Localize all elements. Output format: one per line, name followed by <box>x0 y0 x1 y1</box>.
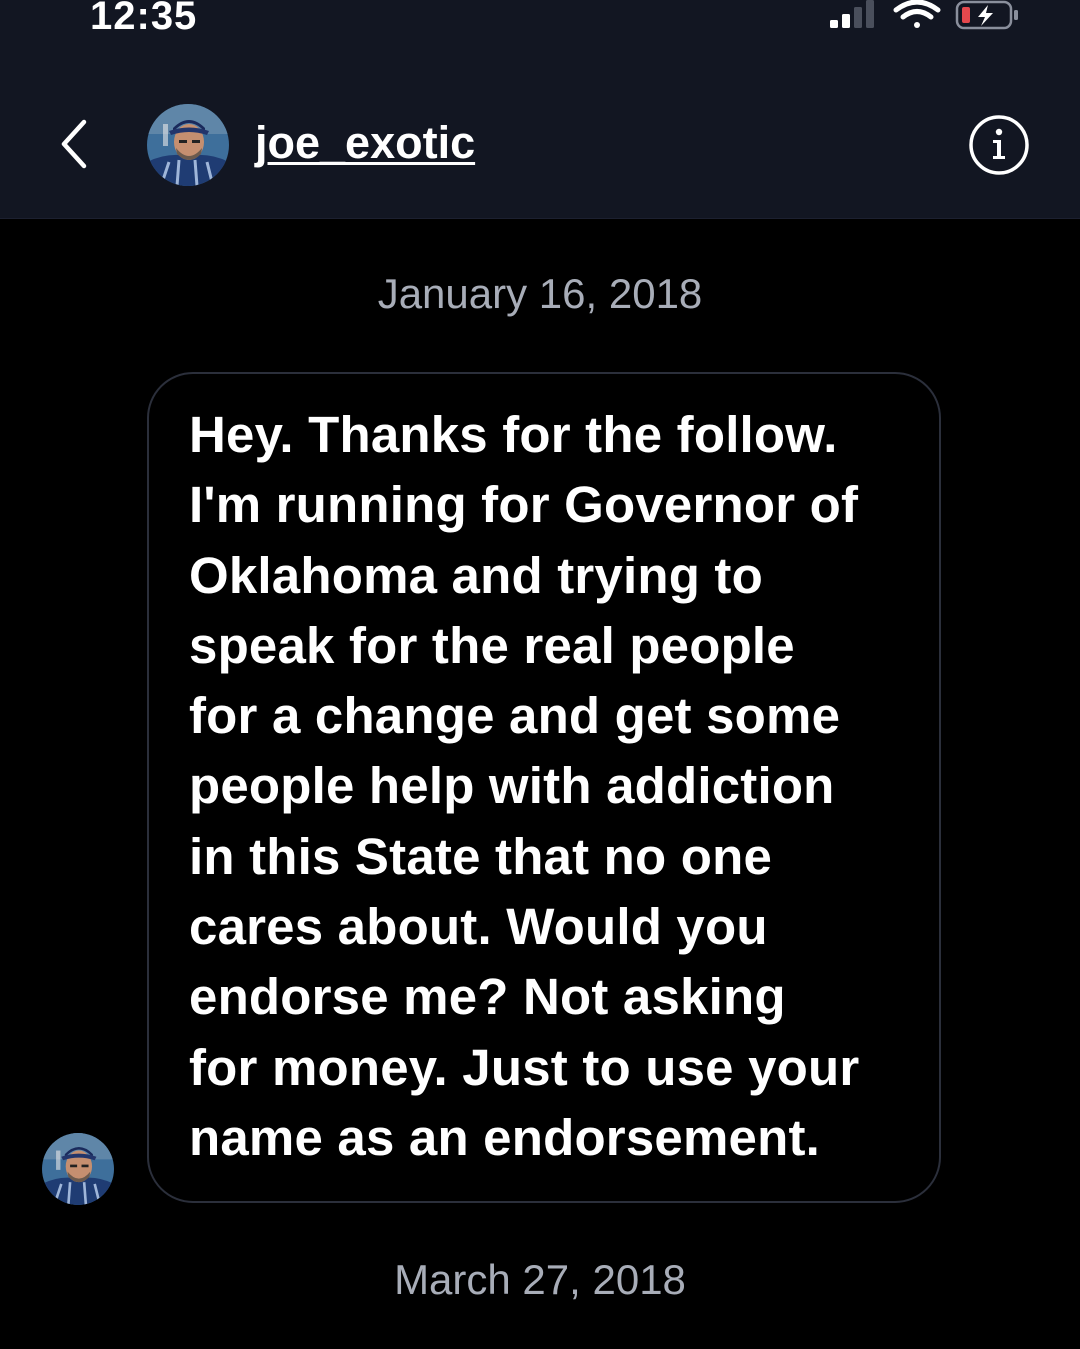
avatar[interactable] <box>147 104 229 186</box>
message-text: Hey. Thanks for the follow. I'm running … <box>189 406 860 1166</box>
thread-username[interactable]: joe_exotic <box>255 117 475 169</box>
sender-avatar[interactable] <box>42 1133 114 1205</box>
wifi-icon <box>893 0 941 28</box>
profile-photo <box>42 1133 114 1205</box>
top-bar: 12:35 joe_exotic <box>0 0 1080 219</box>
profile-photo <box>147 104 229 186</box>
back-button[interactable] <box>50 110 110 180</box>
chevron-left-icon <box>61 119 87 169</box>
message-bubble[interactable]: Hey. Thanks for the follow. I'm running … <box>147 372 941 1203</box>
message-date-separator: January 16, 2018 <box>377 270 703 317</box>
signal-icon <box>830 0 874 28</box>
status-icons <box>830 0 1018 30</box>
status-time: 12:35 <box>90 0 198 38</box>
message-date-separator: March 27, 2018 <box>394 1256 686 1303</box>
info-icon <box>969 115 1029 175</box>
battery-charging-icon <box>955 0 1018 30</box>
info-button[interactable] <box>968 114 1030 176</box>
